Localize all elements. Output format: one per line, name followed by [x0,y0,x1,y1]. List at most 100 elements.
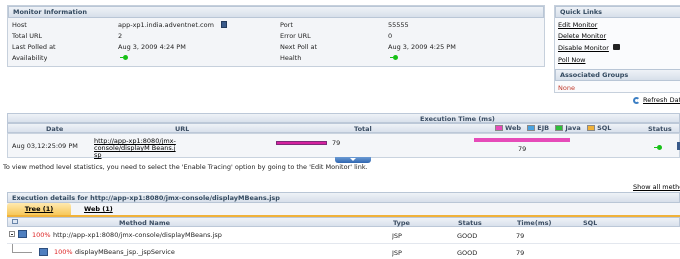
row-method-name: http://app-xp1:8080/jmx-console/displayM… [53,231,222,239]
availability-icon [120,54,128,62]
ejb-legend-swatch [527,125,536,131]
row-status-icon [654,143,662,151]
row-percent: 100% [32,231,51,239]
legend-label: Java [565,124,581,132]
quick-link-label[interactable]: Delete Monitor [558,32,606,40]
tree-line [12,244,13,252]
quick-links-header: Quick Links [555,6,680,18]
quick-links-panel: Quick Links Edit Monitor Delete Monitor … [554,5,680,93]
java-legend-swatch [555,125,564,131]
monitor-info-title: Monitor Information [13,8,87,16]
row-time: 79 [516,249,525,257]
associated-groups-value: None [558,84,575,92]
breakdown-bar-track [474,138,602,142]
legend-label: SQL [597,124,612,132]
row-total-value: 79 [332,139,341,147]
web-legend-swatch [495,125,503,131]
collapse-toggle-icon[interactable] [9,231,15,237]
row-type: JSP [392,232,402,240]
refresh-link[interactable]: Refresh Dat [643,96,680,104]
row-status: GOOD [457,232,478,240]
col-total-header: Total [354,125,372,133]
page-icon [18,230,27,238]
info-label-2: Health [280,53,302,62]
col-sql: SQL [583,219,598,227]
exec-details-panel: Execution details for http://app-xp1:808… [7,192,680,259]
legend-label: Web [505,124,521,132]
info-label: Last Polled at [12,42,56,51]
disable-monitor-icon[interactable] [613,44,620,50]
info-label: Host [12,20,27,29]
info-label: Availability [12,53,48,62]
quick-link-label[interactable]: Disable Monitor [558,44,609,52]
table-row: 100% http://app-xp1:8080/jmx-console/dis… [7,228,680,244]
quick-link-poll-now[interactable]: Poll Now [558,56,586,64]
sql-legend-swatch [587,125,596,131]
monitor-info-body: Host app-xp1.india.adventnet.com Port 55… [8,18,544,66]
stats-row: Aug 03,12:25:09 PM http://app-xp1:8080/j… [7,133,680,159]
info-row: Host app-xp1.india.adventnet.com Port 55… [8,19,544,30]
health-icon [390,54,398,62]
stats-table: Date URL Execution Time (ms) Total Web E… [7,113,680,163]
total-bar-track [276,141,366,145]
header-grid-icon [12,219,18,224]
col-date-header: Date [46,125,64,133]
info-value: 2 [118,31,123,40]
method-table-header: Method Name Type Status Time(ms) SQL [7,217,680,227]
tab-web[interactable]: Web (1) [84,203,113,215]
web-time-bar [474,138,570,142]
quick-links-title: Quick Links [560,8,603,16]
col-time: Time(ms) [517,219,552,227]
refresh-icon[interactable] [633,97,640,104]
associated-groups-header: Associated Groups [555,69,680,81]
page-icon [39,248,48,256]
info-label-2: Port [280,20,293,29]
legend-label: EJB [537,124,550,132]
breakdown-legend: Web EJB Java SQL [495,124,611,132]
tree-line [12,252,32,253]
quick-link-label[interactable]: Edit Monitor [558,21,597,29]
host-details-icon[interactable] [221,21,227,28]
info-value-2: 0 [388,31,393,40]
row-status: GOOD [457,249,478,257]
tab-label[interactable]: Web (1) [84,205,113,213]
stats-header-top [7,113,680,123]
info-label-2: Next Poll at [280,42,318,51]
row-percent: 100% [54,248,73,256]
info-value: app-xp1.india.adventnet.com [118,20,214,29]
info-row: Availability Health [8,52,544,63]
row-date: Aug 03,12:25:09 PM [12,142,78,150]
col-status-header: Status [648,125,672,133]
col-status: Status [458,219,482,227]
info-value: Aug 3, 2009 4:24 PM [118,42,186,51]
monitor-info-header: Monitor Information [8,6,544,18]
info-row: Total URL 2 Error URL 0 [8,30,544,41]
quick-link-edit[interactable]: Edit Monitor [558,21,597,29]
exec-time-header: Execution Time (ms) [420,115,495,123]
table-row: 100% displayMBeans_jsp._jspService JSP G… [7,244,680,259]
info-label: Total URL [12,31,43,40]
tab-tree[interactable]: Tree (1) [7,203,71,215]
quick-link-disable[interactable]: Disable Monitor [558,44,609,52]
chevron-down-icon [350,158,356,161]
monitor-info-panel: Monitor Information Host app-xp1.india.a… [7,5,545,67]
tab-label[interactable]: Tree (1) [25,205,53,213]
row-breakdown-value: 79 [518,145,527,153]
row-time: 79 [516,232,525,240]
exec-details-title: Execution details for http://app-xp1:808… [12,193,280,202]
info-value-2: Aug 3, 2009 4:25 PM [388,42,456,51]
row-url-link[interactable]: http://app-xp1:8080/jmx-console/displayM… [94,138,176,159]
row-method-name: displayMBeans_jsp._jspService [75,248,175,256]
show-all-methods-link[interactable]: Show all metho [633,183,680,191]
quick-link-label[interactable]: Poll Now [558,56,586,64]
tracing-note: To view method level statistics, you nee… [3,163,368,171]
col-method-name: Method Name [119,219,171,227]
info-row: Last Polled at Aug 3, 2009 4:24 PM Next … [8,41,544,52]
row-type: JSP [392,249,402,257]
total-time-bar [276,141,328,145]
quick-link-delete[interactable]: Delete Monitor [558,32,606,40]
info-value-2: 55555 [388,20,409,29]
col-type: Type [393,219,410,227]
exec-details-header: Execution details for http://app-xp1:808… [7,192,680,203]
info-label-2: Error URL [280,31,311,40]
